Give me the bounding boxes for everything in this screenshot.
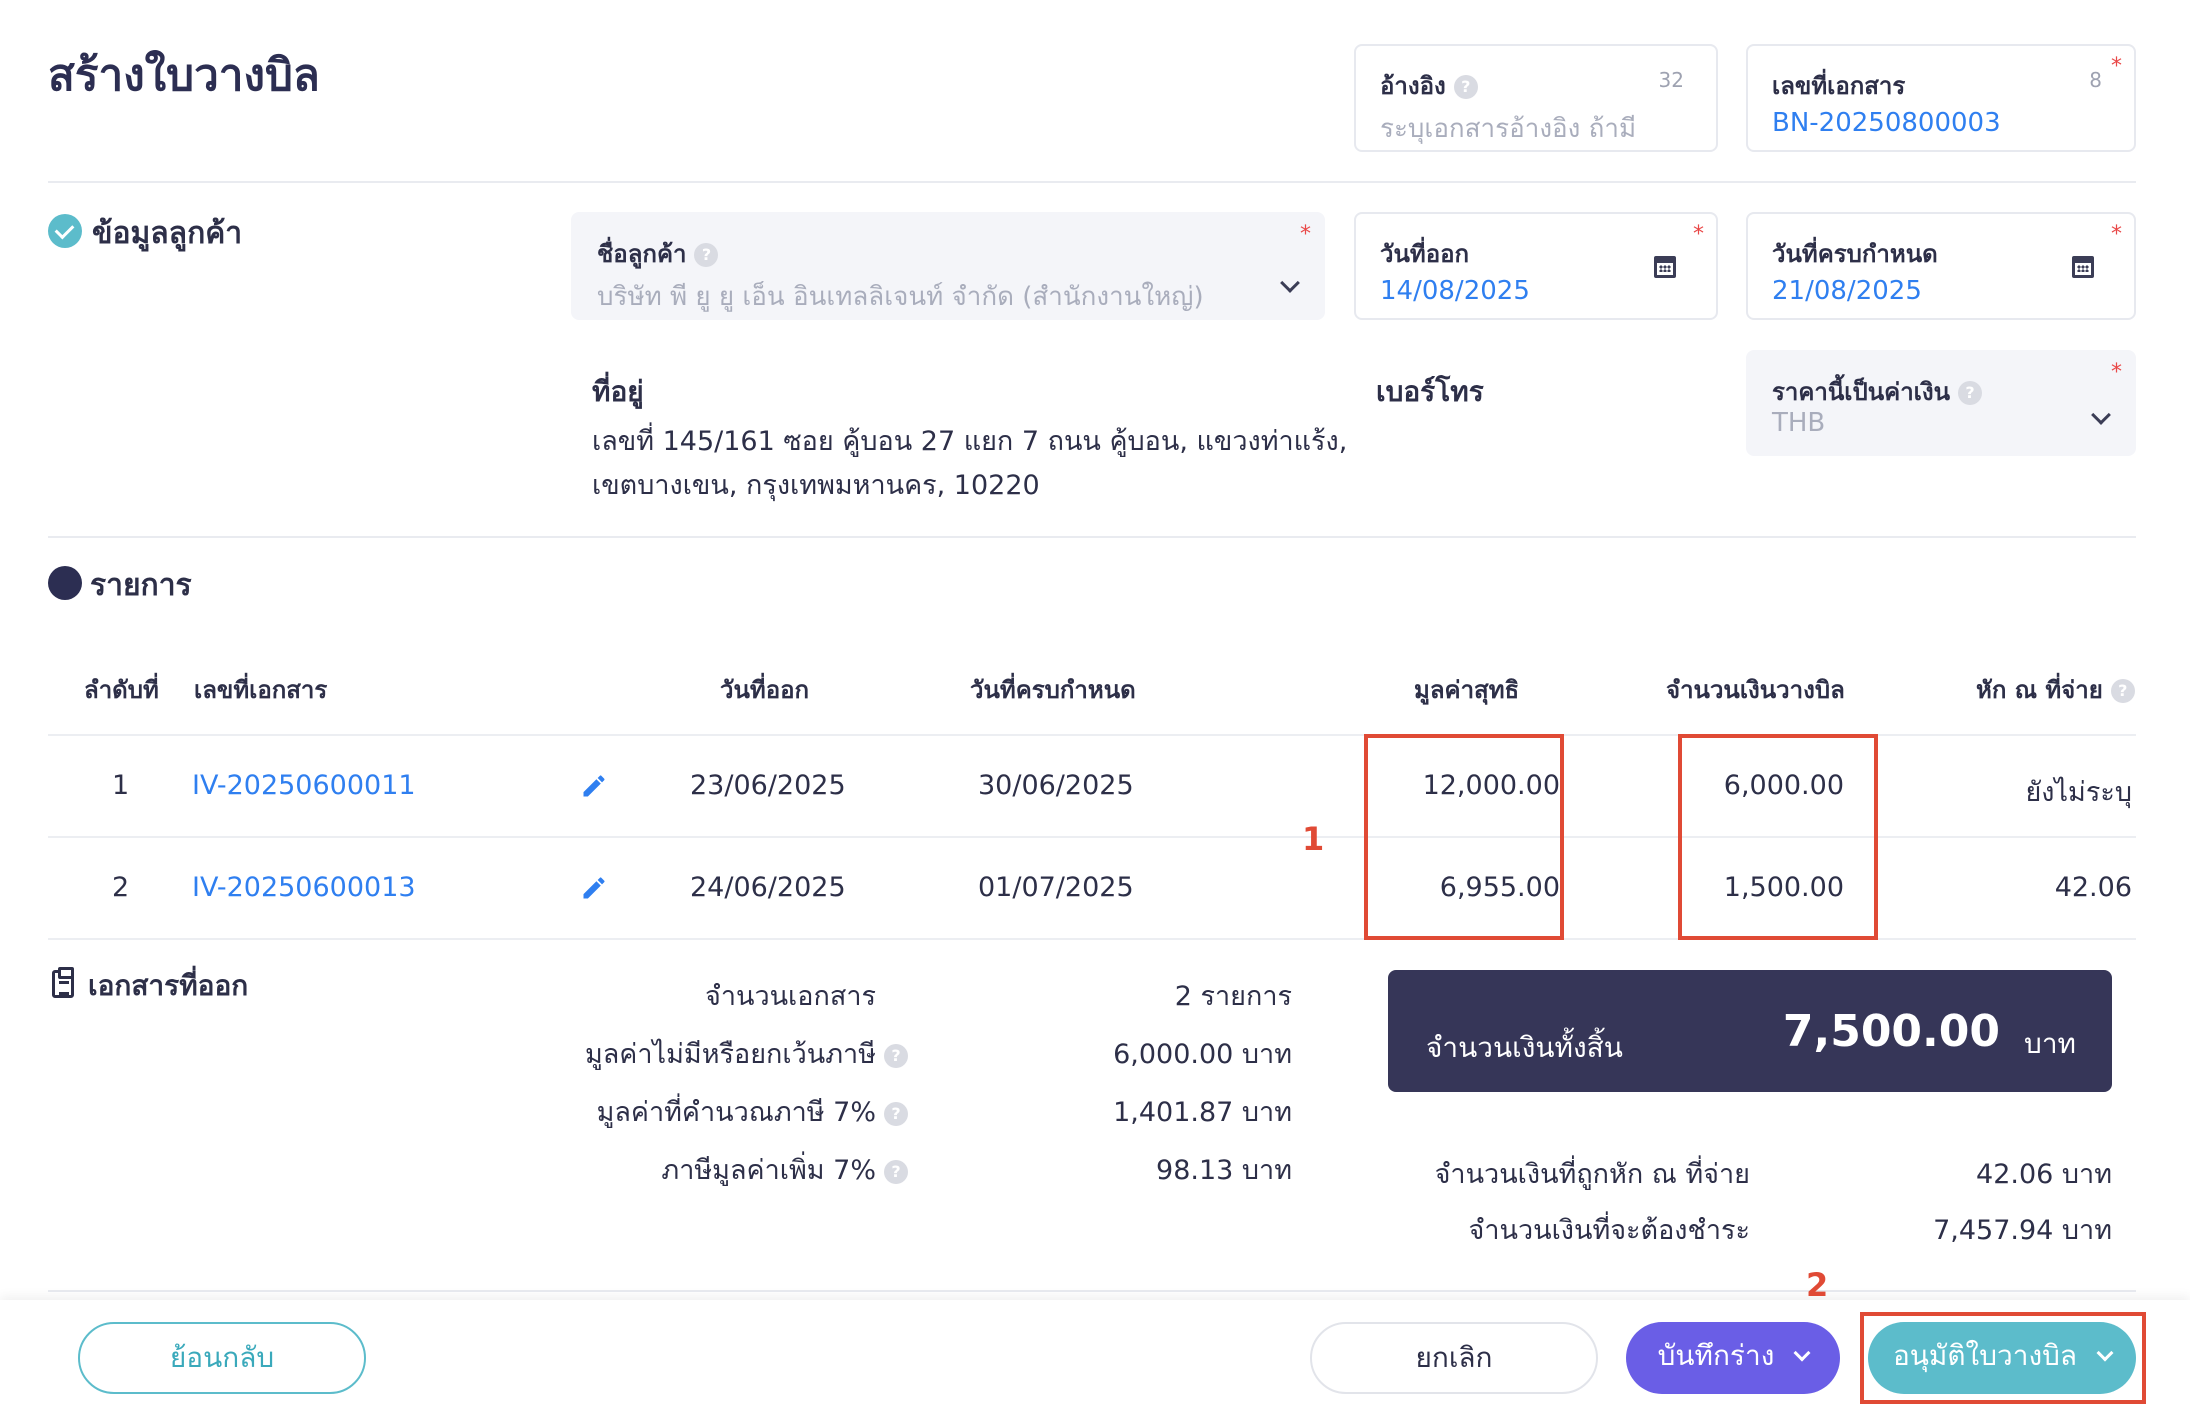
reference-input[interactable]: ระบุเอกสารอ้างอิง ถ้ามี [1380,108,1636,149]
col-issue-date-header: วันที่ออก [720,676,810,704]
help-icon: ? [884,1043,908,1068]
doc-number-input[interactable]: BN-20250800003 [1772,108,2001,138]
doc-number-label: เลขที่เอกสาร [1772,72,1906,100]
doc-number-field[interactable]: เลขที่เอกสาร 8 * BN-20250800003 [1746,44,2136,152]
edit-pencil-icon[interactable] [580,772,608,800]
grand-total-unit: บาท [2024,1027,2076,1060]
calendar-icon[interactable] [2072,256,2094,278]
help-icon: ? [694,243,719,267]
withheld-value: 42.06 บาท [1976,1159,2112,1190]
help-icon: ? [1453,75,1478,99]
items-section-title: รายการ [90,568,192,603]
annotation-marker-1: 1 [1302,820,1325,858]
phone-label: เบอร์โทร [1376,375,1484,408]
check-circle-icon [48,214,82,248]
withheld-label: จำนวนเงินที่ถูกหัก ณ ที่จ่าย [1434,1159,1750,1190]
currency-value: THB [1772,408,1826,438]
vat-value: 98.13 บาท [1156,1155,1292,1186]
chevron-down-icon [2091,405,2111,425]
grand-total-value: 7,500.00 [1782,1006,2000,1057]
required-marker: * [2111,222,2122,247]
issue-date-label: วันที่ออก [1380,240,1470,268]
grand-total-panel: จำนวนเงินทั้งสิ้น 7,500.00 บาท [1388,970,2112,1092]
payable-label: จำนวนเงินที่จะต้องชำระ [1468,1215,1750,1246]
currency-label: ราคานี้เป็นค่าเงิน [1772,378,1951,406]
row-due-date: 30/06/2025 [978,770,1134,801]
non-taxable-label: มูลค่าไม่มีหรือยกเว้นภาษี [584,1039,876,1070]
issue-date-input[interactable]: 14/08/2025 [1380,276,1530,306]
divider [48,181,2136,183]
page-title: สร้างใบวางบิล [48,50,320,101]
reference-char-count: 32 [1658,68,1684,92]
col-billing-amount-header: จำนวนเงินวางบิล [1666,676,1845,704]
doc-count-value: 2 รายการ [1174,981,1292,1012]
divider [48,536,2136,538]
due-date-label: วันที่ครบกำหนด [1772,240,1938,268]
summary-section-title: เอกสารที่ออก [88,969,249,1002]
help-icon: ? [1958,381,1983,405]
col-doc-number-header: เลขที่เอกสาร [194,676,328,704]
save-draft-button[interactable]: บันทึกร่าง [1626,1322,1840,1394]
chevron-down-icon [1793,1344,1811,1362]
address-line-1: เลขที่ 145/161 ซอย คู้บอน 27 แยก 7 ถนน ค… [592,426,1348,457]
clipboard-icon [52,967,74,998]
grand-total-label: จำนวนเงินทั้งสิ้น [1426,1031,1623,1064]
due-date-field[interactable]: วันที่ครบกำหนด * 21/08/2025 [1746,212,2136,320]
address-line-2: เขตบางเขน, กรุงเทพมหานคร, 10220 [592,470,1040,501]
annotation-marker-2: 2 [1806,1266,1829,1304]
row-index: 1 [112,770,130,801]
row-due-date: 01/07/2025 [978,872,1134,903]
reference-label: อ้างอิง [1380,72,1446,100]
row-index: 2 [112,872,130,903]
required-marker: * [2111,54,2122,79]
customer-name-value: บริษัท พี ยู ยู เอ็น อินเทลลิเจนท์ จำกัด… [597,282,1204,312]
annotation-box-net-value [1364,734,1564,940]
required-marker: * [2111,360,2122,385]
annotation-box-approve [1860,1312,2146,1404]
back-button[interactable]: ย้อนกลับ [78,1322,366,1394]
payable-value: 7,457.94 บาท [1933,1215,2112,1246]
row-doc-link[interactable]: IV-20250600013 [192,872,416,903]
customer-name-label: ชื่อลูกค้า [597,240,687,268]
taxable-label: มูลค่าที่คำนวณภาษี 7% [596,1097,876,1128]
doc-number-char-count: 8 [2089,68,2102,92]
row-withholding[interactable]: 42.06 [2055,872,2132,903]
required-marker: * [1300,222,1311,247]
chevron-down-icon [1280,273,1300,293]
customer-name-select[interactable]: ชื่อลูกค้า? * บริษัท พี ยู ยู เอ็น อินเท… [571,212,1325,320]
row-issue-date: 24/06/2025 [690,872,846,903]
due-date-input[interactable]: 21/08/2025 [1772,276,1922,306]
vat-label: ภาษีมูลค่าเพิ่ม 7% [661,1155,876,1186]
help-icon: ? [884,1101,908,1126]
calendar-icon[interactable] [1654,256,1676,278]
col-withholding-header: หัก ณ ที่จ่าย [1976,676,2103,704]
reference-field[interactable]: อ้างอิง? 32 ระบุเอกสารอ้างอิง ถ้ามี [1354,44,1718,152]
section-dot-icon [48,566,82,600]
help-icon: ? [884,1159,908,1184]
taxable-value: 1,401.87 บาท [1113,1097,1292,1128]
col-index-header: ลำดับที่ [84,676,159,704]
row-withholding[interactable]: ยังไม่ระบุ [2025,770,2132,813]
doc-count-label: จำนวนเอกสาร [705,981,876,1012]
currency-select[interactable]: ราคานี้เป็นค่าเงิน? * THB [1746,350,2136,456]
help-icon: ? [2110,679,2135,703]
cancel-button[interactable]: ยกเลิก [1310,1322,1598,1394]
address-label: ที่อยู่ [592,375,644,408]
save-draft-label: บันทึกร่าง [1657,1339,1775,1372]
col-due-date-header: วันที่ครบกำหนด [970,676,1136,704]
row-issue-date: 23/06/2025 [690,770,846,801]
issue-date-field[interactable]: วันที่ออก * 14/08/2025 [1354,212,1718,320]
row-doc-link[interactable]: IV-20250600011 [192,770,416,801]
col-net-value-header: มูลค่าสุทธิ [1414,676,1520,704]
edit-pencil-icon[interactable] [580,874,608,902]
customer-section-title: ข้อมูลลูกค้า [92,216,243,251]
non-taxable-value: 6,000.00 บาท [1113,1039,1292,1070]
annotation-box-billing-amount [1678,734,1878,940]
required-marker: * [1693,222,1704,247]
